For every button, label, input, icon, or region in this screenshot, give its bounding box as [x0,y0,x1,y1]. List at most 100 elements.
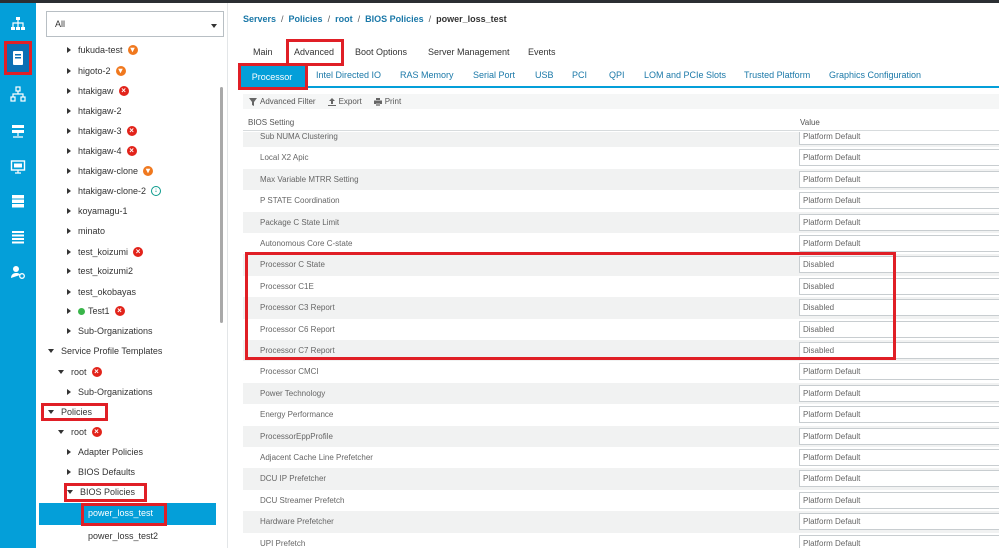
tree-item[interactable]: htakigaw-clone-2 ↓ [67,183,162,199]
collapse-icon[interactable] [48,410,54,414]
subtab-trusted-platform[interactable]: Trusted Platform [744,70,810,80]
tree-item[interactable]: fukuda-test ▾ [67,42,138,58]
expand-icon[interactable] [67,208,71,214]
tab-server-management[interactable]: Server Management [428,44,510,60]
bios-setting-value-select[interactable]: Platform Default [799,170,999,188]
tree-item[interactable]: Test1 × [67,303,125,319]
bios-setting-value-select[interactable]: Platform Default [799,132,999,145]
breadcrumb-root[interactable]: root [335,14,353,24]
expand-icon[interactable] [67,68,71,74]
expand-icon[interactable] [67,128,71,134]
expand-icon[interactable] [67,47,71,53]
table-row[interactable]: DCU Streamer Prefetch Platform Default [243,490,999,511]
tree-item[interactable]: higoto-2 ▾ [67,63,126,79]
bios-setting-value-select[interactable]: Platform Default [799,149,999,167]
nav-scrollbar[interactable] [220,87,223,323]
expand-icon[interactable] [67,148,71,154]
expand-icon[interactable] [67,268,71,274]
admin-icon[interactable] [8,262,28,282]
table-row[interactable]: Package C State Limit Platform Default [243,211,999,233]
subtab-ras-memory[interactable]: RAS Memory [400,70,454,80]
subtab-serial-port[interactable]: Serial Port [473,70,515,80]
table-row[interactable]: DCU IP Prefetcher Platform Default [243,468,999,490]
expand-icon[interactable] [67,88,71,94]
subtab-lom-pcie-slots[interactable]: LOM and PCIe Slots [644,70,726,80]
tab-boot-options[interactable]: Boot Options [355,44,407,60]
table-row[interactable]: Processor CMCI Platform Default [243,361,999,382]
tree-item[interactable]: test_koizumi × [67,244,144,260]
expand-icon[interactable] [67,328,71,334]
bios-setting-value-select[interactable]: Platform Default [799,470,999,488]
tree-item[interactable]: Adapter Policies [67,444,143,460]
tree-item[interactable]: Sub-Organizations [67,323,153,339]
tree-item[interactable]: BIOS Policies [67,484,135,500]
bios-setting-value-select[interactable]: Platform Default [799,384,999,402]
chassis-icon[interactable] [8,227,28,247]
collapse-icon[interactable] [58,370,64,374]
nav-filter-select[interactable]: All [46,11,224,37]
bios-setting-value-select[interactable]: Platform Default [799,213,999,231]
bios-setting-value-select[interactable]: Platform Default [799,406,999,424]
expand-icon[interactable] [67,308,71,314]
table-row[interactable]: UPI Prefetch Platform Default [243,533,999,548]
expand-icon[interactable] [67,449,71,455]
expand-icon[interactable] [67,108,71,114]
collapse-icon[interactable] [67,490,73,494]
san-icon[interactable] [8,121,28,141]
table-row[interactable]: Sub NUMA Clustering Platform Default [243,132,999,148]
tree-item[interactable]: htakigaw-4 × [67,143,137,159]
export-button[interactable]: Export [327,97,362,106]
bios-setting-value-select[interactable]: Platform Default [799,491,999,509]
subtab-pci[interactable]: PCI [572,70,587,80]
subtab-usb[interactable]: USB [535,70,554,80]
column-header-bios-setting[interactable]: BIOS Setting [248,118,294,127]
advanced-filter-button[interactable]: Advanced Filter [249,97,316,106]
tree-item[interactable]: htakigaw × [67,83,129,99]
tree-item[interactable]: test_okobayas [67,284,136,300]
tab-events[interactable]: Events [528,44,556,60]
expand-icon[interactable] [67,469,71,475]
bios-setting-value-select[interactable]: Platform Default [799,449,999,466]
expand-icon[interactable] [67,389,71,395]
tab-main[interactable]: Main [253,44,273,60]
tree-item[interactable]: Sub-Organizations [67,384,153,400]
table-row[interactable]: Power Technology Platform Default [243,382,999,405]
tree-item[interactable]: Service Profile Templates [48,343,162,359]
subtab-intel-directed-io[interactable]: Intel Directed IO [316,70,381,80]
tree-item[interactable]: Policies [48,404,92,420]
vm-icon[interactable] [8,157,28,177]
tree-item[interactable]: htakigaw-2 [67,103,122,119]
tree-item[interactable]: test_koizumi2 [67,263,133,279]
breadcrumb-servers[interactable]: Servers [243,14,276,24]
table-row[interactable]: Local X2 Apic Platform Default [243,147,999,168]
network-icon[interactable] [8,14,28,34]
table-row[interactable]: ProcessorEppProfile Platform Default [243,425,999,447]
collapse-icon[interactable] [48,349,54,353]
table-row[interactable]: Adjacent Cache Line Prefetcher Platform D… [243,447,999,468]
collapse-icon[interactable] [58,430,64,434]
expand-icon[interactable] [67,168,71,174]
tree-item[interactable]: BIOS Defaults [67,464,135,480]
tree-item[interactable]: koyamagu-1 [67,203,128,219]
tree-item[interactable]: power_loss_test2 [88,528,158,544]
tree-item[interactable]: htakigaw-3 × [67,123,137,139]
table-row[interactable]: Max Variable MTRR Setting Platform Defaul… [243,168,999,191]
lan-icon[interactable] [8,84,28,104]
tree-item[interactable]: root × [58,424,102,440]
print-button[interactable]: Print [373,97,401,106]
subtab-graphics-configuration[interactable]: Graphics Configuration [829,70,921,80]
breadcrumb-policies[interactable]: Policies [289,14,323,24]
tree-item[interactable]: root × [58,364,102,380]
expand-icon[interactable] [67,249,71,255]
expand-icon[interactable] [67,228,71,234]
table-row[interactable]: Hardware Prefetcher Platform Default [243,511,999,533]
bios-setting-value-select[interactable]: Platform Default [799,513,999,531]
column-header-value[interactable]: Value [800,118,820,127]
storage-icon[interactable] [8,191,28,211]
expand-icon[interactable] [67,188,71,194]
server-icon[interactable] [4,41,32,75]
tree-item[interactable]: htakigaw-clone ▾ [67,163,154,179]
bios-setting-value-select[interactable]: Platform Default [799,427,999,445]
bios-setting-value-select[interactable]: Platform Default [799,192,999,210]
table-row[interactable]: P STATE Coordination Platform Default [243,190,999,211]
